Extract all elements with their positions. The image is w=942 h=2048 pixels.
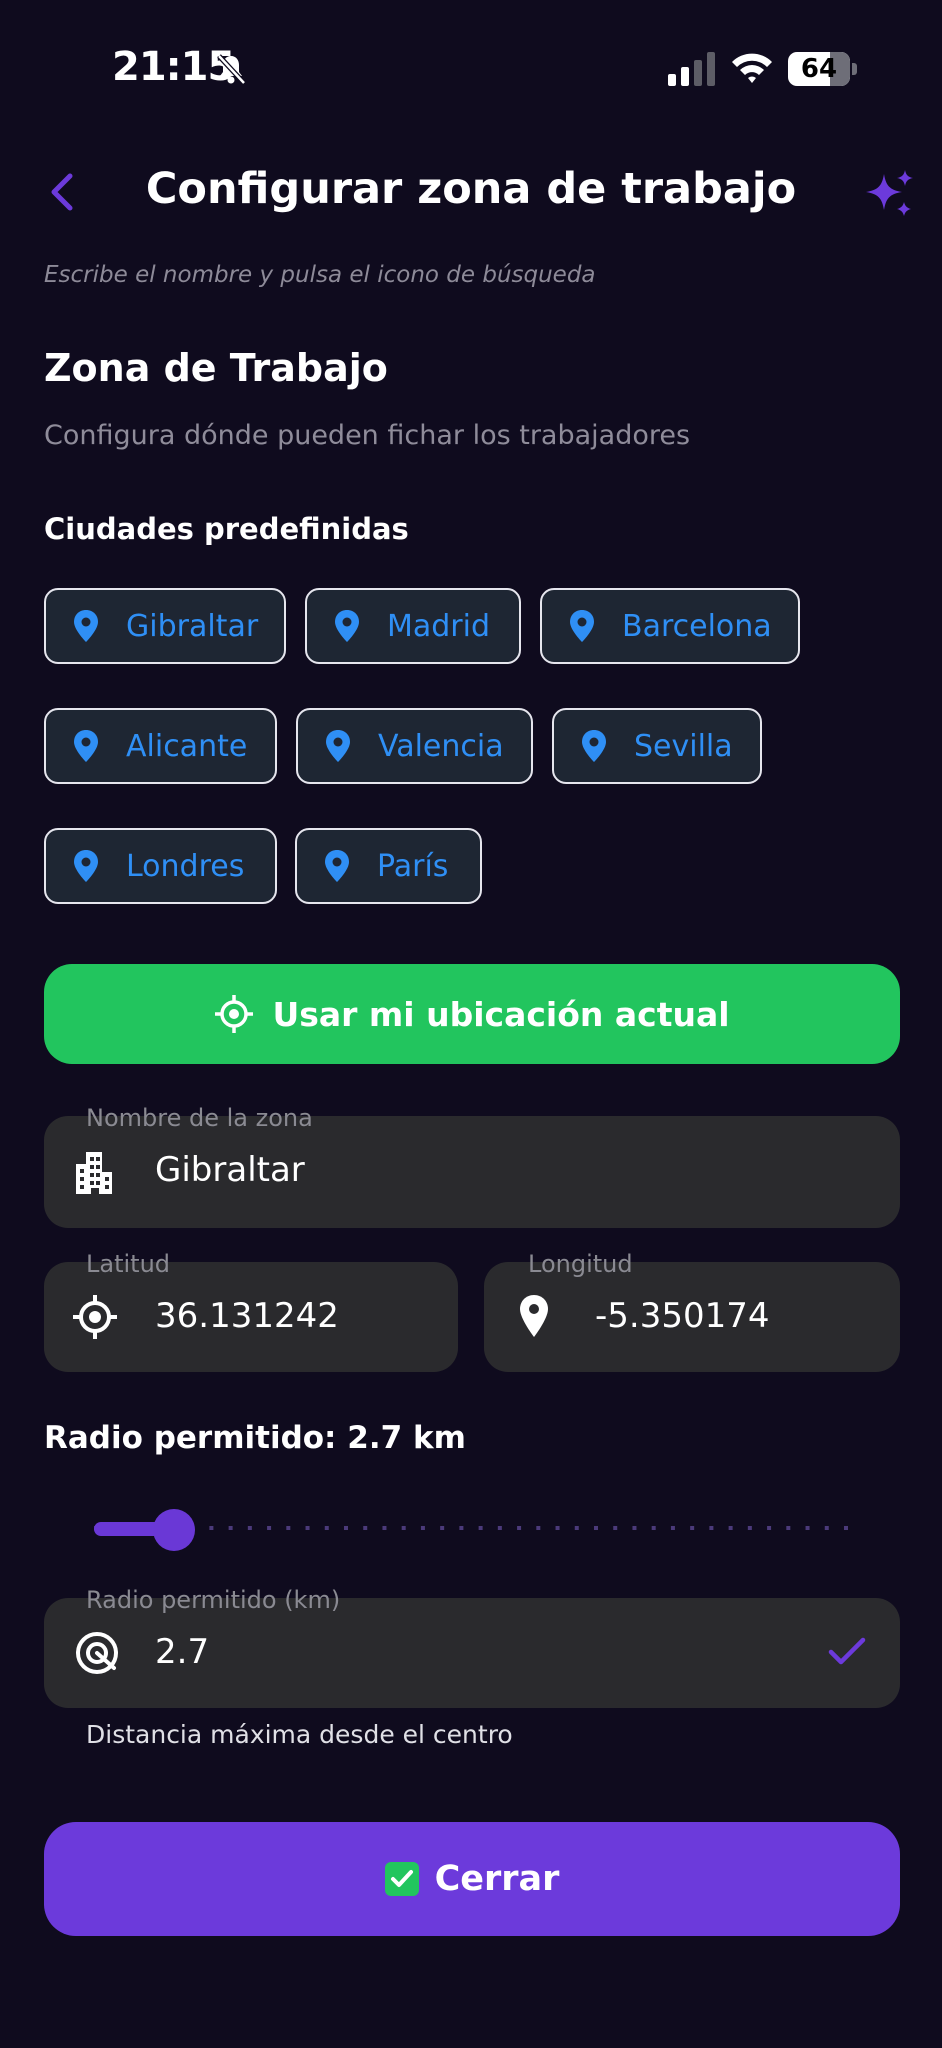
cities-heading: Ciudades predefinidas xyxy=(44,512,409,546)
city-chip-valencia[interactable]: Valencia xyxy=(296,708,533,784)
gps-crosshair-icon xyxy=(73,1295,117,1339)
city-chip-barcelona[interactable]: Barcelona xyxy=(540,588,800,664)
city-chip-label: Madrid xyxy=(387,608,491,644)
location-pin-icon xyxy=(570,610,594,642)
city-chip-madrid[interactable]: Madrid xyxy=(305,588,521,664)
longitude-field[interactable]: -5.350174 xyxy=(484,1262,900,1372)
radius-target-icon xyxy=(76,1632,118,1674)
search-hint: Escribe el nombre y pulsa el icono de bú… xyxy=(44,262,596,288)
battery-indicator: 64 xyxy=(788,52,858,86)
radius-slider-track[interactable] xyxy=(94,1526,848,1530)
radius-slider-thumb[interactable] xyxy=(153,1509,196,1551)
city-buildings-icon xyxy=(76,1152,112,1194)
battery-level: 64 xyxy=(800,54,838,84)
latitude-field[interactable]: 36.131242 xyxy=(44,1262,458,1372)
city-chip-label: París xyxy=(377,848,449,884)
radius-title: Radio permitido: 2.7 km xyxy=(44,1420,466,1456)
close-button[interactable]: Cerrar xyxy=(44,1822,900,1936)
latitude-label: Latitud xyxy=(86,1250,171,1278)
longitude-input[interactable]: -5.350174 xyxy=(595,1296,770,1336)
zone-name-field[interactable]: Gibraltar xyxy=(44,1116,900,1228)
gps-crosshair-icon xyxy=(215,995,254,1033)
check-mark-emoji-icon xyxy=(384,1862,419,1896)
location-pin-icon xyxy=(74,850,98,882)
page-title: Configurar zona de trabajo xyxy=(145,164,797,214)
bell-muted-icon xyxy=(217,54,246,85)
location-pin-icon xyxy=(326,730,350,762)
location-pin-icon xyxy=(74,610,98,642)
location-pin-icon xyxy=(520,1295,548,1337)
wifi-icon xyxy=(732,53,772,83)
city-chip-label: Londres xyxy=(126,848,245,884)
location-pin-icon xyxy=(74,730,98,762)
city-chip-alicante[interactable]: Alicante xyxy=(44,708,277,784)
city-chip-label: Gibraltar xyxy=(126,608,259,644)
cellular-signal-icon xyxy=(668,52,715,86)
city-chip-label: Alicante xyxy=(126,728,248,764)
sparkle-icon[interactable] xyxy=(864,168,916,220)
zone-name-label: Nombre de la zona xyxy=(86,1104,313,1132)
city-chip-paris[interactable]: París xyxy=(295,828,482,904)
radius-input[interactable]: 2.7 xyxy=(155,1632,209,1672)
latitude-input[interactable]: 36.131242 xyxy=(155,1296,339,1336)
section-title: Zona de Trabajo xyxy=(44,346,388,390)
radius-field-label: Radio permitido (km) xyxy=(86,1586,341,1614)
zone-name-input[interactable]: Gibraltar xyxy=(155,1150,305,1190)
city-chip-gibraltar[interactable]: Gibraltar xyxy=(44,588,286,664)
city-chip-label: Sevilla xyxy=(634,728,733,764)
close-button-label: Cerrar xyxy=(434,1859,560,1899)
city-chip-londres[interactable]: Londres xyxy=(44,828,277,904)
city-chip-label: Barcelona xyxy=(622,608,772,644)
radius-helper-text: Distancia máxima desde el centro xyxy=(86,1720,513,1749)
section-subtitle: Configura dónde pueden fichar los trabaj… xyxy=(44,420,691,451)
city-chip-label: Valencia xyxy=(378,728,504,764)
use-location-button[interactable]: Usar mi ubicación actual xyxy=(44,964,900,1064)
location-pin-icon xyxy=(335,610,359,642)
city-chip-sevilla[interactable]: Sevilla xyxy=(552,708,762,784)
longitude-label: Longitud xyxy=(528,1250,633,1278)
location-pin-icon xyxy=(582,730,606,762)
check-icon xyxy=(828,1637,866,1665)
radius-field[interactable]: 2.7 xyxy=(44,1598,900,1708)
use-location-label: Usar mi ubicación actual xyxy=(272,994,730,1034)
location-pin-icon xyxy=(325,850,349,882)
